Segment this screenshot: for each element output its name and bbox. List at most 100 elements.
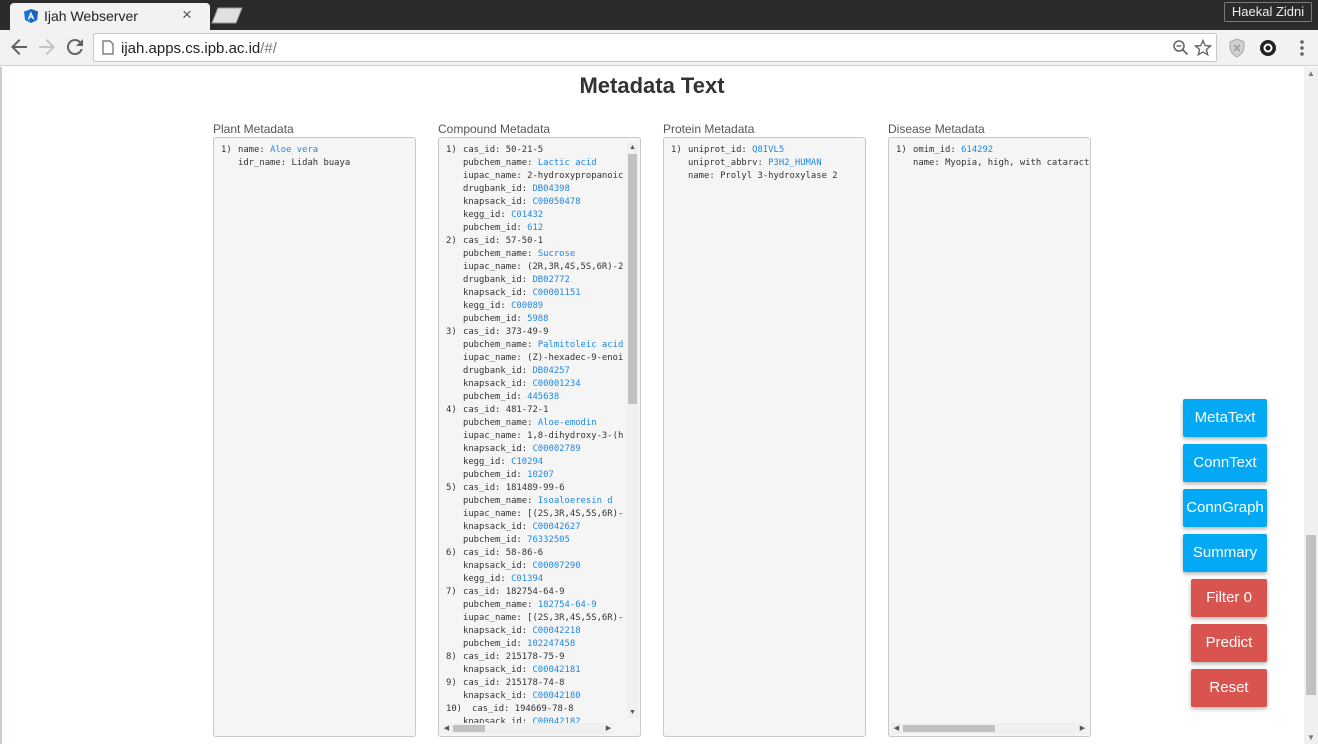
reload-icon[interactable] bbox=[63, 35, 87, 59]
metadata-key: iupac_name: bbox=[463, 509, 528, 519]
metadata-key: cas_id: bbox=[463, 587, 506, 597]
protein-metadata-panel[interactable]: 1) uniprot_id: Q8IVL5 uniprot_abbrv: P3H2… bbox=[663, 137, 866, 737]
metadata-link[interactable]: Aloe-emodin bbox=[538, 418, 597, 428]
forward-arrow-icon[interactable] bbox=[35, 35, 59, 59]
filter-button[interactable]: Filter 0 bbox=[1191, 579, 1267, 617]
reset-button[interactable]: Reset bbox=[1191, 669, 1267, 707]
metadata-link[interactable]: C00002789 bbox=[532, 444, 580, 454]
address-bar[interactable]: ijah.apps.cs.ipb.ac.id/#/ bbox=[93, 33, 1217, 62]
page-scroll-down-icon[interactable]: ▼ bbox=[1307, 733, 1315, 742]
plant-metadata-panel[interactable]: 1) name: Aloe vera idr_name: Lidah buaya bbox=[213, 137, 416, 737]
scroll-down-arrow-icon[interactable]: ▼ bbox=[628, 708, 637, 717]
metadata-link[interactable]: 5988 bbox=[527, 314, 548, 324]
metadata-line: pubchem_name: Isoaloeresin d bbox=[446, 495, 623, 508]
metadata-link[interactable]: DB04257 bbox=[532, 366, 569, 376]
metadata-link[interactable]: 10207 bbox=[527, 470, 554, 480]
metadata-link[interactable]: C10294 bbox=[511, 457, 543, 467]
metadata-link[interactable]: C00042180 bbox=[532, 691, 580, 701]
metadata-link[interactable]: 182754-64-9 bbox=[538, 600, 597, 610]
metadata-line: drugbank_id: DB04257 bbox=[446, 365, 623, 378]
compound-horizontal-scrollbar[interactable]: ◀ ▶ bbox=[441, 723, 614, 734]
disease-metadata-panel[interactable]: 1) omim_id: 614292 name: Myopia, high, wi… bbox=[888, 137, 1091, 737]
page-scrollbar[interactable]: ▲ ▼ bbox=[1304, 67, 1318, 744]
metadata-line: pubchem_id: 10207 bbox=[446, 469, 623, 482]
metadata-link[interactable]: C00042181 bbox=[532, 665, 580, 675]
metadata-key: kegg_id: bbox=[463, 457, 512, 467]
item-number: 7) bbox=[446, 587, 463, 597]
scroll-left-arrow-icon[interactable]: ◀ bbox=[442, 723, 451, 734]
menu-dots-icon[interactable] bbox=[1292, 38, 1312, 58]
metadata-link[interactable]: C00001151 bbox=[532, 288, 580, 298]
browser-tab[interactable]: Ijah Webserver × bbox=[10, 3, 210, 30]
metadata-link[interactable]: Palmitoleic acid bbox=[538, 340, 624, 350]
metadata-link[interactable]: C00001234 bbox=[532, 379, 580, 389]
metadata-link[interactable]: 445638 bbox=[527, 392, 559, 402]
metadata-link[interactable]: P3H2_HUMAN bbox=[768, 158, 821, 168]
star-icon[interactable] bbox=[1194, 39, 1212, 57]
tab-close-icon[interactable]: × bbox=[182, 5, 192, 25]
metadata-key: pubchem_name: bbox=[463, 600, 538, 610]
metadata-key: drugbank_id: bbox=[463, 366, 533, 376]
predict-button[interactable]: Predict bbox=[1191, 624, 1267, 662]
metadata-link[interactable]: 614292 bbox=[961, 145, 993, 155]
metadata-link[interactable]: C00042218 bbox=[532, 626, 580, 636]
metadata-link[interactable]: C00089 bbox=[511, 301, 543, 311]
profile-button[interactable]: Haekal Zidni bbox=[1224, 2, 1312, 22]
item-number: 4) bbox=[446, 405, 463, 415]
metadata-link[interactable]: 612 bbox=[527, 223, 543, 233]
disease-metadata-text: 1) omim_id: 614292 name: Myopia, high, wi… bbox=[896, 144, 1089, 170]
metadata-link[interactable]: DB04398 bbox=[532, 184, 569, 194]
scroll-right-arrow-icon[interactable]: ▶ bbox=[1078, 723, 1087, 734]
metadata-link[interactable]: Q8IVL5 bbox=[752, 145, 784, 155]
compound-metadata-label: Compound Metadata bbox=[438, 122, 551, 136]
metadata-line: 6) cas_id: 58-86-6 bbox=[446, 547, 623, 560]
metatext-button[interactable]: MetaText bbox=[1183, 399, 1267, 437]
metadata-key: knapsack_id: bbox=[463, 288, 533, 298]
page-content: Metadata Text Plant Metadata 1) name: Al… bbox=[0, 67, 1304, 744]
metadata-link[interactable]: C01432 bbox=[511, 210, 543, 220]
metadata-key: pubchem_name: bbox=[463, 496, 538, 506]
metadata-key: omim_id: bbox=[913, 145, 962, 155]
camera-extension-icon[interactable] bbox=[1258, 38, 1278, 58]
page-scrollbar-thumb[interactable] bbox=[1306, 535, 1316, 695]
metadata-link[interactable]: C01394 bbox=[511, 574, 543, 584]
metadata-link[interactable]: C00042627 bbox=[532, 522, 580, 532]
scrollbar-thumb[interactable] bbox=[453, 725, 485, 732]
page-scroll-up-icon[interactable]: ▲ bbox=[1307, 69, 1315, 78]
compound-vertical-scrollbar[interactable]: ▲ ▼ bbox=[627, 142, 638, 718]
metadata-link[interactable]: Isoaloeresin d bbox=[538, 496, 613, 506]
metadata-link[interactable]: Sucrose bbox=[538, 249, 575, 259]
metadata-line: pubchem_id: 445638 bbox=[446, 391, 623, 404]
scroll-up-arrow-icon[interactable]: ▲ bbox=[628, 143, 637, 152]
scrollbar-thumb[interactable] bbox=[628, 154, 637, 404]
back-arrow-icon[interactable] bbox=[7, 35, 31, 59]
metadata-key: pubchem_name: bbox=[463, 158, 538, 168]
item-number: 6) bbox=[446, 548, 463, 558]
metadata-link[interactable]: DB02772 bbox=[532, 275, 569, 285]
summary-button[interactable]: Summary bbox=[1183, 534, 1267, 572]
metadata-line: iupac_name: [(2S,3R,4S,5S,6R)- bbox=[446, 508, 623, 521]
compound-metadata-panel[interactable]: 1) cas_id: 50-21-5 pubchem_name: Lactic a… bbox=[438, 137, 641, 737]
metadata-link[interactable]: C00007290 bbox=[532, 561, 580, 571]
shield-extension-icon[interactable] bbox=[1227, 38, 1247, 58]
metadata-line: iupac_name: (2R,3R,4S,5S,6R)-2 bbox=[446, 261, 623, 274]
metadata-link[interactable]: C00050478 bbox=[532, 197, 580, 207]
scrollbar-thumb[interactable] bbox=[903, 725, 995, 732]
metadata-link[interactable]: 76332505 bbox=[527, 535, 570, 545]
scroll-right-arrow-icon[interactable]: ▶ bbox=[604, 723, 613, 734]
metadata-link[interactable]: 102247458 bbox=[527, 639, 575, 649]
metadata-link[interactable]: Lactic acid bbox=[538, 158, 597, 168]
metadata-line: iupac_name: 1,8-dihydroxy-3-(h bbox=[446, 430, 623, 443]
metadata-key: iupac_name: bbox=[463, 262, 528, 272]
new-tab-button[interactable] bbox=[210, 7, 244, 24]
scroll-left-arrow-icon[interactable]: ◀ bbox=[892, 723, 901, 734]
zoom-icon[interactable] bbox=[1172, 39, 1190, 57]
conngraph-button[interactable]: ConnGraph bbox=[1183, 489, 1267, 527]
metadata-value: [(2S,3R,4S,5S,6R)- bbox=[527, 613, 624, 623]
metadata-link[interactable]: Aloe vera bbox=[270, 145, 318, 155]
disease-horizontal-scrollbar[interactable]: ◀ ▶ bbox=[891, 723, 1088, 734]
plant-metadata-text: 1) name: Aloe vera idr_name: Lidah buaya bbox=[221, 144, 350, 170]
metadata-line: kegg_id: C01394 bbox=[446, 573, 623, 586]
conntext-button[interactable]: ConnText bbox=[1183, 444, 1267, 482]
metadata-value: 215178-74-8 bbox=[505, 678, 565, 688]
